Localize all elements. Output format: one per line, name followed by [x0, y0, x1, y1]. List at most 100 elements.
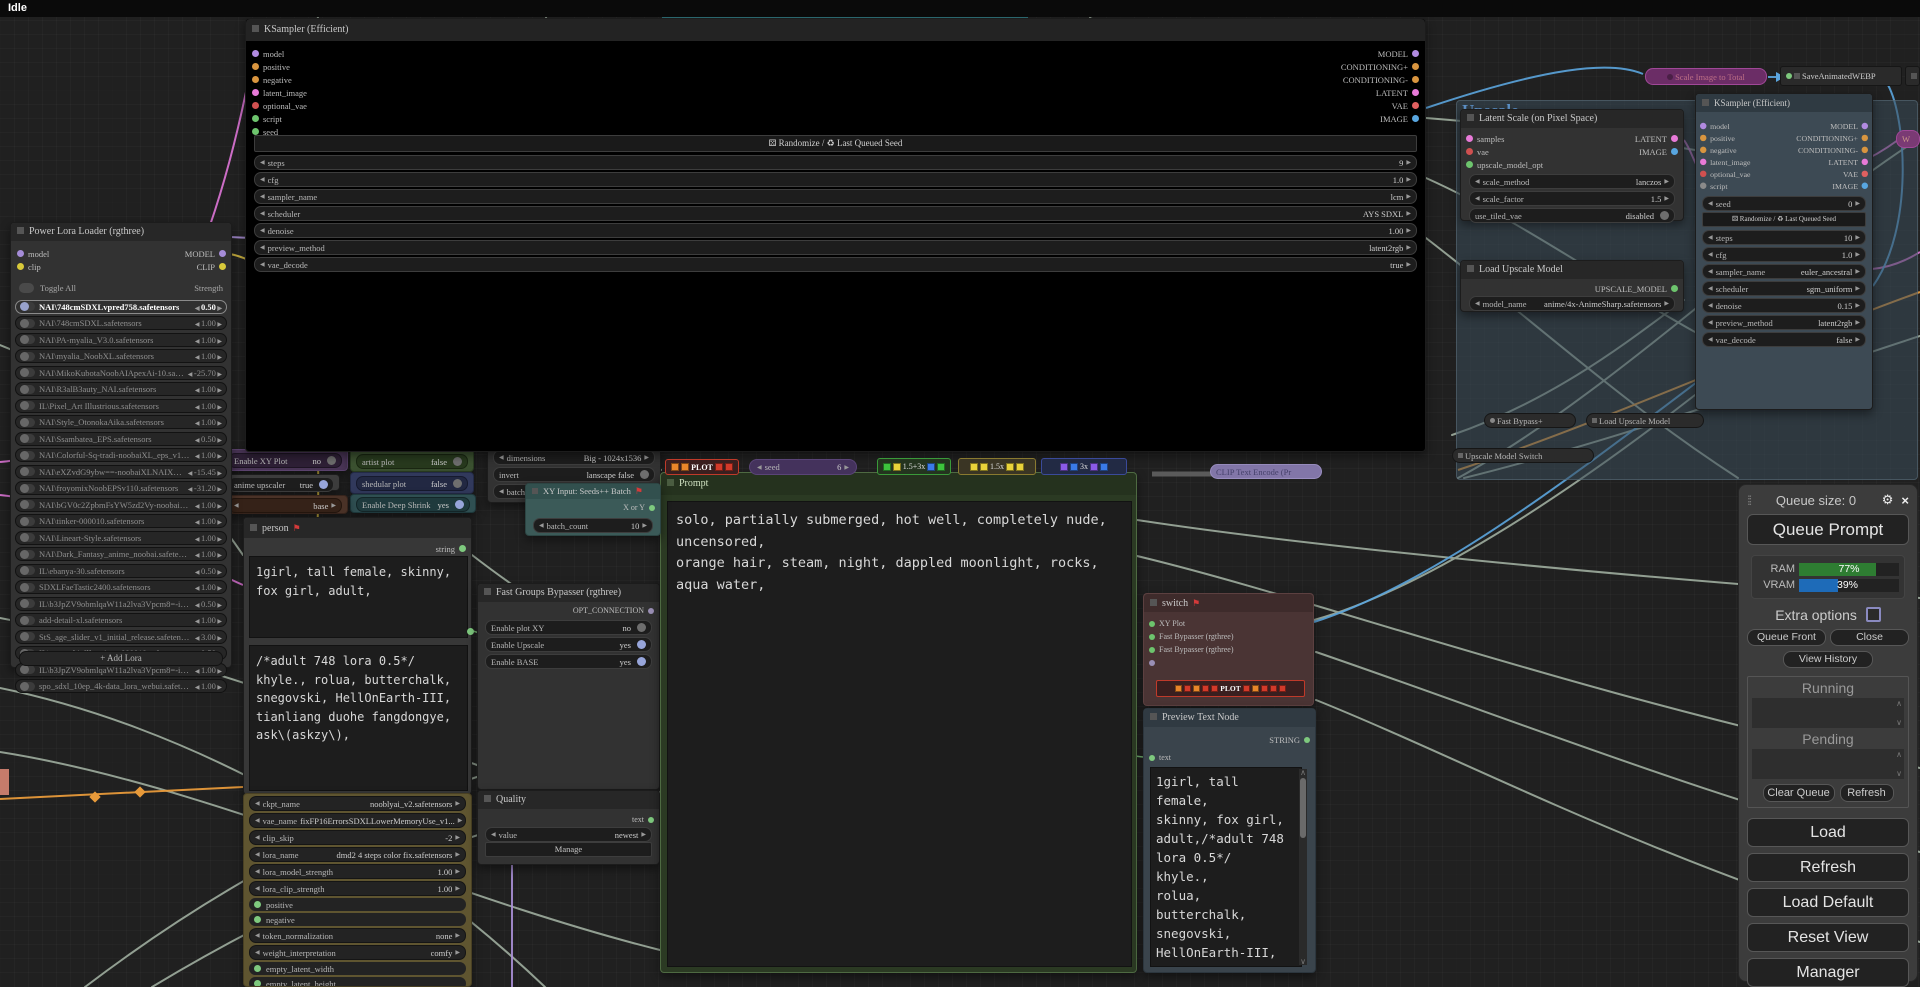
lora-row[interactable]: NAI\748cmSDXLvpred758.safetensors ◀ 0.50… [15, 300, 227, 314]
base-node[interactable]: ◀base▶ [222, 495, 348, 514]
load-default-button[interactable]: Load Default [1747, 888, 1909, 917]
widget-value[interactable]: 9 [1399, 158, 1403, 168]
toggle-knob[interactable] [455, 500, 464, 509]
widget-value[interactable]: 1.00 [438, 884, 453, 894]
widget-row[interactable]: ◀seed0▶ [1702, 196, 1866, 211]
lora-row[interactable]: NAI\MikoKubotaNoobAIApexAi-10.safetensor… [15, 366, 227, 380]
increment-arrow-icon[interactable]: ▶ [216, 537, 222, 543]
output-dot[interactable] [467, 628, 474, 635]
output-dot[interactable] [1671, 148, 1678, 155]
lora-strength[interactable]: ◀ 3.00 ▶ [195, 632, 222, 642]
lora-strength[interactable]: ◀ -15.45 ▶ [188, 467, 222, 477]
input-dot[interactable] [1149, 647, 1155, 653]
input-dot[interactable] [252, 115, 259, 122]
output-dot[interactable] [1862, 183, 1868, 189]
output-dot[interactable] [1304, 737, 1310, 743]
scroll-down-icon[interactable]: ∨ [1896, 719, 1902, 726]
lora-toggle[interactable] [20, 352, 35, 361]
clip-text-encode-pill[interactable]: CLIP Text Encode (Pr [1210, 464, 1322, 479]
lora-name[interactable]: NAI\MikoKubotaNoobAIApexAi-10.safetensor… [39, 368, 184, 378]
plot-collapsed-node[interactable]: PLOT [665, 459, 739, 475]
queue-panel[interactable]: ⁞⁞ Queue size: 0 ⚙ × Queue Prompt RAM 77… [1738, 484, 1918, 982]
increment-arrow-icon[interactable]: ▶ [216, 520, 222, 526]
increment-arrow-icon[interactable]: ▶ [216, 355, 222, 361]
lora-toggle[interactable] [20, 401, 35, 410]
toggle-knob[interactable] [327, 456, 336, 465]
output-dot[interactable] [649, 505, 655, 511]
person-node[interactable]: person⚑ string 1girl, tall female, skinn… [243, 517, 472, 795]
lora-toggle[interactable] [20, 599, 35, 608]
increment-arrow-icon[interactable]: ▶ [216, 553, 222, 559]
lora-strength[interactable]: ◀ 1.00 ▶ [195, 582, 222, 592]
output-dot[interactable] [648, 817, 654, 823]
left-arrow-icon[interactable]: ◀ [260, 193, 265, 200]
widget-row[interactable]: ◀vae_name fixFP16ErrorsSDXLLowerMemoryUs… [249, 813, 466, 828]
output-dot[interactable] [219, 250, 226, 257]
lora-name[interactable]: StS_age_slider_v1_initial_release.safete… [39, 632, 191, 642]
randomize-seed-button[interactable]: ⚄ Randomize / ♻ Last Queued Seed [1702, 212, 1866, 227]
lora-row[interactable]: IL\b3JpZV9obmlqaW11a2lva3Vpcm8=-illustri… [15, 597, 227, 611]
increment-arrow-icon[interactable]: ▶ [216, 306, 222, 312]
output-dot[interactable] [1412, 89, 1419, 96]
widget-row[interactable]: ◀dimensionsBig - 1024x1536▶ [493, 450, 655, 465]
lora-toggle[interactable] [20, 583, 35, 592]
widget-row[interactable]: ◀ckpt_name nooblyai_v2.safetensors▶ [249, 796, 466, 811]
lora-toggle[interactable] [20, 368, 35, 377]
collapsed-node-fragment[interactable]: W [1896, 130, 1920, 148]
increment-arrow-icon[interactable]: ▶ [216, 619, 222, 625]
node-stub[interactable] [1905, 66, 1920, 86]
output-dot[interactable] [1862, 147, 1868, 153]
input-dot[interactable] [1700, 159, 1706, 165]
widget-value[interactable]: AYS SDXL [1363, 209, 1404, 219]
widget-row[interactable]: ◀denoise0.15▶ [1702, 298, 1866, 313]
lora-name[interactable]: NAI\myalia_NoobXL.safetensors [39, 351, 154, 361]
node-title-bar[interactable]: KSampler (Efficient) [246, 19, 1425, 41]
quality-node[interactable]: Quality text ◀valuenewest▶ Manage [477, 790, 660, 865]
lora-name[interactable]: add-detail-xl.safetensors [39, 615, 122, 625]
lora-name[interactable]: NAI\Colorful-Sq-tradi-noobaiXL_eps_v110_… [39, 450, 191, 460]
increment-arrow-icon[interactable]: ▶ [216, 487, 222, 493]
lora-toggle[interactable] [20, 533, 35, 542]
input-dot[interactable] [1149, 660, 1155, 666]
scrollbar[interactable]: ∧ ∨ [1299, 769, 1307, 965]
lora-row[interactable]: NAI\Ssambatea_EPS.safetensors ◀ 0.50 ▶ [15, 432, 227, 446]
lora-row[interactable]: NAI\froyomixNoobEPSv110.safetensors ◀ -3… [15, 481, 227, 495]
input-dot[interactable] [1466, 161, 1473, 168]
scale-1-5-3x-button[interactable]: 1.5+3x [877, 458, 951, 475]
output-dot[interactable] [648, 608, 654, 614]
lora-row[interactable]: IL\ebanya-30.safetensors ◀ 0.50 ▶ [15, 564, 227, 578]
widget-value[interactable]: fixFP16ErrorsSDXLLowerMemoryUse_v1... [300, 816, 455, 826]
widget-row[interactable]: ◀schedulersgm_uniform▶ [1702, 281, 1866, 296]
increment-arrow-icon[interactable]: ▶ [216, 471, 222, 477]
output-dot[interactable] [1862, 171, 1868, 177]
lora-toggle[interactable] [20, 484, 35, 493]
lora-name[interactable]: NAI\eXZvdG9ybw==-noobaiXLNAIXL_epsil... [39, 467, 184, 477]
power-lora-loader-node[interactable]: Power Lora Loader (rgthree) modelclip MO… [10, 222, 232, 668]
lora-name[interactable]: IL\b3JpZV9obmlqaW11a2lva3Vpcm8=-illustri… [39, 599, 191, 609]
seed-collapsed-node[interactable]: ◀seed6▶ [749, 459, 857, 475]
lora-name[interactable]: NAI\Style_OtonokaAika.safetensors [39, 417, 164, 427]
input-dot[interactable] [252, 89, 259, 96]
lora-row[interactable]: NAI\tinker-000010.safetensors ◀ 1.00 ▶ [15, 514, 227, 528]
widget-value[interactable]: dmd2 4 steps color fix.safetensors [336, 850, 452, 860]
lora-toggle[interactable] [20, 616, 35, 625]
lora-strength[interactable]: ◀ 0.50 ▶ [195, 566, 222, 576]
increment-arrow-icon[interactable]: ▶ [216, 586, 222, 592]
enable-deep-shrink-node[interactable]: ◀Enable Deep Shrinkyes▶ [350, 494, 476, 513]
widget-row[interactable]: ◀positive ▶ [249, 898, 466, 911]
settings-gear-icon[interactable]: ⚙ [1882, 492, 1894, 508]
person-text-top[interactable]: 1girl, tall female, skinny, fox girl, ad… [249, 556, 468, 638]
scroll-up-icon[interactable]: ∧ [1299, 769, 1307, 776]
lora-row[interactable]: NAI\Dark_Fantasy_anime_noobai.safetensor… [15, 547, 227, 561]
right-arrow-icon[interactable]: ▶ [1406, 159, 1411, 166]
increment-arrow-icon[interactable]: ▶ [216, 388, 222, 394]
output-dot[interactable] [1412, 63, 1419, 70]
collapse-icon[interactable] [17, 227, 24, 234]
lora-toggle[interactable] [20, 550, 35, 559]
widget-value[interactable]: 1.0 [1393, 175, 1404, 185]
manager-button[interactable]: Manager [1747, 958, 1909, 987]
lora-name[interactable]: NAI\Dark_Fantasy_anime_noobai.safetensor… [39, 549, 191, 559]
fast-groups-bypasser-node[interactable]: Fast Groups Bypasser (rgthree) OPT_CONNE… [477, 583, 660, 790]
lora-strength[interactable]: ◀ 0.50 ▶ [195, 599, 222, 609]
lora-strength[interactable]: ◀ 1.00 ▶ [195, 384, 222, 394]
